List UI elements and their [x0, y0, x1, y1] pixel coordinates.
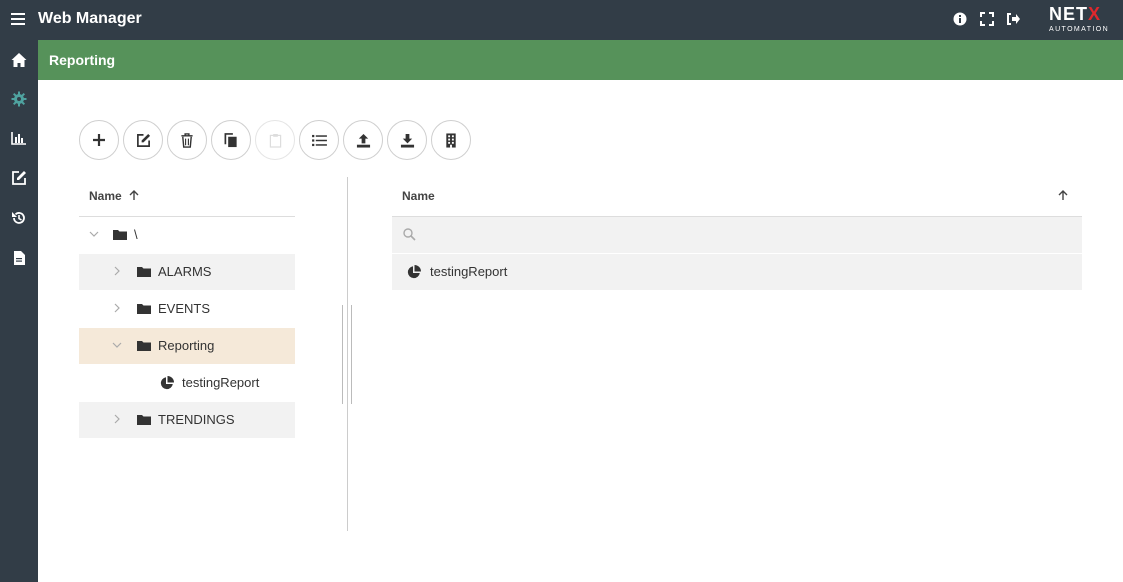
folder-icon — [137, 304, 151, 314]
hamburger-menu-icon[interactable] — [11, 13, 25, 27]
tree-item-label: EVENTS — [158, 301, 211, 316]
upload-button[interactable] — [343, 120, 383, 160]
document-icon[interactable] — [11, 250, 27, 266]
folder-icon — [137, 267, 151, 277]
sidebar — [0, 40, 38, 582]
tree-item-events[interactable]: EVENTS — [79, 291, 295, 327]
copy-icon — [224, 132, 237, 147]
add-button[interactable] — [79, 120, 119, 160]
panel-divider — [347, 177, 348, 531]
tree-root-row[interactable]: \ — [79, 217, 295, 253]
edit-icon[interactable] — [11, 170, 27, 186]
tree-item-label: Reporting — [158, 338, 215, 353]
splitter-handle-left[interactable] — [342, 305, 343, 404]
tree-name-header[interactable]: Name — [89, 189, 139, 203]
chevron-right-icon[interactable] — [112, 414, 122, 424]
folder-icon — [137, 415, 151, 425]
copy-button[interactable] — [211, 120, 251, 160]
sort-ascending-icon[interactable] — [1058, 190, 1068, 201]
chevron-right-icon[interactable] — [112, 303, 122, 313]
search-row — [392, 217, 1082, 253]
tree-item-label: ALARMS — [158, 264, 212, 279]
info-icon[interactable] — [953, 12, 967, 26]
chevron-right-icon[interactable] — [112, 266, 122, 276]
list-item[interactable]: testingReport — [392, 254, 1082, 290]
download-icon — [400, 133, 414, 148]
bar-chart-icon[interactable] — [11, 130, 27, 146]
fullscreen-icon[interactable] — [980, 12, 994, 26]
folder-icon — [113, 230, 127, 240]
logo-subtitle: AUTOMATION — [1049, 26, 1110, 33]
home-icon[interactable] — [11, 52, 27, 68]
paste-icon — [269, 133, 281, 148]
gear-icon[interactable] — [11, 91, 27, 107]
tree-item-reporting[interactable]: Reporting — [79, 328, 295, 364]
search-input[interactable] — [422, 225, 1062, 245]
building-button[interactable] — [431, 120, 471, 160]
tree-item-label: TRENDINGS — [158, 412, 235, 427]
edit-button[interactable] — [123, 120, 163, 160]
paste-button[interactable] — [255, 120, 295, 160]
top-bar: Web Manager NETX AUTOMATION — [0, 0, 1123, 40]
tree-item-trendings[interactable]: TRENDINGS — [79, 402, 295, 438]
tree-item-testingreport[interactable]: testingReport — [79, 365, 295, 401]
search-icon — [403, 228, 416, 241]
pie-chart-icon — [407, 265, 421, 279]
edit-icon — [136, 133, 150, 147]
plus-icon — [93, 134, 105, 146]
tree-item-alarms[interactable]: ALARMS — [79, 254, 295, 290]
chevron-down-icon[interactable] — [89, 229, 99, 239]
list-button[interactable] — [299, 120, 339, 160]
tree-header-label: Name — [89, 189, 122, 203]
tree-item-label: testingReport — [182, 375, 260, 390]
tree-root-label: \ — [134, 227, 138, 242]
folder-icon — [137, 341, 151, 351]
netx-logo: NETX AUTOMATION — [1049, 5, 1109, 37]
logout-icon[interactable] — [1006, 12, 1020, 26]
trash-icon — [181, 132, 193, 148]
pie-chart-icon — [160, 376, 174, 390]
delete-button[interactable] — [167, 120, 207, 160]
history-icon[interactable] — [11, 210, 27, 226]
upload-icon — [356, 133, 370, 148]
download-button[interactable] — [387, 120, 427, 160]
list-icon — [311, 134, 327, 146]
list-name-header[interactable]: Name — [402, 189, 435, 203]
chevron-down-icon[interactable] — [112, 340, 122, 350]
page-header: Reporting — [38, 40, 1123, 80]
page-title: Reporting — [49, 52, 116, 68]
list-item-label: testingReport — [430, 264, 508, 279]
logo-text: NETX — [1049, 4, 1102, 24]
app-title: Web Manager — [38, 10, 142, 27]
sort-ascending-icon — [129, 190, 139, 200]
splitter-handle-right[interactable] — [351, 305, 352, 404]
building-icon — [446, 132, 456, 148]
